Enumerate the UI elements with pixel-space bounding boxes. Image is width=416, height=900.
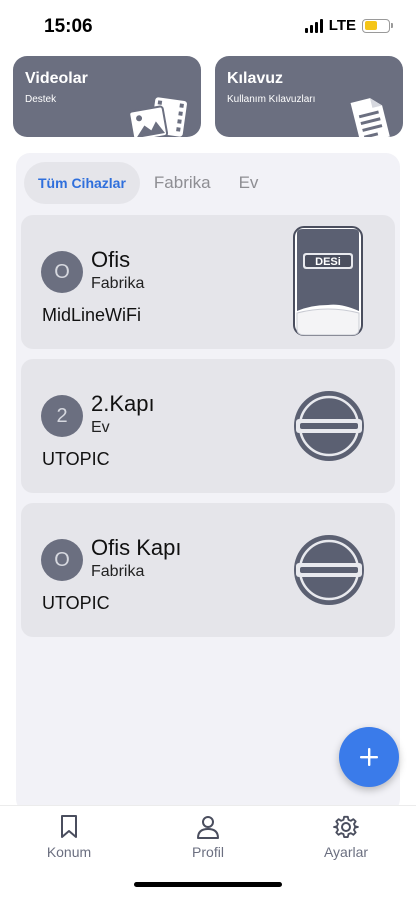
device-model: UTOPIC (42, 593, 110, 613)
add-device-button[interactable] (339, 727, 399, 787)
manual-card[interactable]: Kılavuz Kullanım Kılavuzları (215, 56, 403, 137)
nav-label: Konum (46, 844, 92, 860)
device-card-ofis[interactable]: O Ofis Fabrika MidLineWiFi DESi (21, 215, 395, 349)
videos-card[interactable]: Videolar Destek (13, 56, 201, 137)
nav-ayarlar[interactable]: Ayarlar (296, 814, 396, 860)
tab-ev[interactable]: Ev (225, 162, 273, 204)
battery-icon (362, 18, 393, 33)
gear-icon (333, 815, 359, 839)
device-brand-label: DESi (315, 256, 341, 268)
device-location: Ev (91, 419, 110, 436)
device-card-2-kapi[interactable]: 2 2.Kapı Ev UTOPIC (21, 359, 395, 493)
document-icon (350, 98, 390, 137)
home-indicator (134, 882, 282, 887)
tab-all-devices[interactable]: Tüm Cihazlar (24, 162, 140, 204)
nav-label: Ayarlar (323, 844, 369, 860)
person-icon (197, 816, 219, 839)
media-icon (129, 97, 187, 137)
device-name: Ofis Kapı (91, 535, 182, 560)
filter-tabs: Tüm Cihazlar Fabrika Ev (24, 162, 272, 204)
nav-konum[interactable]: Konum (19, 814, 119, 860)
device-model: UTOPIC (42, 449, 110, 469)
device-avatar: O (41, 251, 83, 293)
videos-card-title: Videolar (25, 70, 88, 87)
manual-card-subtitle: Kullanım Kılavuzları (227, 94, 316, 105)
devices-panel: Tüm Cihazlar Fabrika Ev O Ofis Fabrika M… (16, 153, 400, 813)
plus-icon (360, 748, 378, 766)
status-bar: 15:06 LTE (0, 0, 416, 52)
device-card-ofis-kapi[interactable]: O Ofis Kapı Fabrika UTOPIC (21, 503, 395, 637)
signal-icon (304, 18, 323, 33)
tab-fabrika[interactable]: Fabrika (140, 162, 225, 204)
device-avatar: O (41, 539, 83, 581)
utopic-lock-icon (294, 391, 364, 461)
videos-card-subtitle: Destek (25, 94, 57, 105)
manual-card-title: Kılavuz (227, 70, 284, 87)
device-name: 2.Kapı (91, 391, 155, 416)
device-location: Fabrika (91, 563, 145, 580)
device-model: MidLineWiFi (42, 305, 142, 325)
nav-label: Profil (192, 844, 224, 860)
device-name: Ofis (91, 247, 131, 272)
midline-device-icon: DESi (293, 226, 363, 336)
device-avatar: 2 (41, 395, 83, 437)
status-time: 15:06 (44, 16, 93, 37)
bookmark-icon (61, 815, 77, 838)
nav-profil[interactable]: Profil (158, 814, 258, 860)
utopic-lock-icon (294, 535, 364, 605)
network-type: LTE (328, 17, 356, 34)
device-location: Fabrika (91, 275, 145, 292)
